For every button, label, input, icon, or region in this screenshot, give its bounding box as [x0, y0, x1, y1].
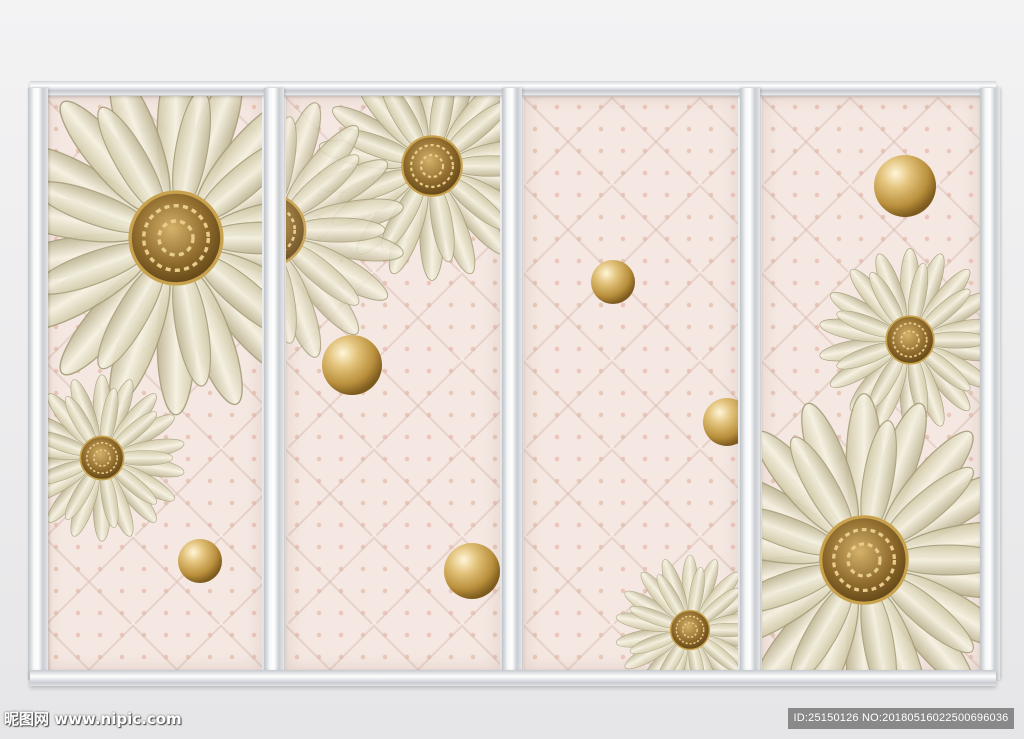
- frame-bottom-rail: [30, 670, 996, 686]
- site-watermark: 昵图网 www.nipic.com: [4, 710, 182, 728]
- panel-3: [524, 96, 738, 670]
- frame-post: [980, 88, 1000, 680]
- panel-4: [762, 96, 980, 670]
- frame-post: [28, 88, 48, 680]
- frame-post: [264, 88, 284, 680]
- wallpaper-render: 昵图网 www.nipic.com ID:25150126 NO:2018051…: [0, 0, 1024, 739]
- frame-post: [502, 88, 522, 680]
- panel-1: [45, 96, 262, 670]
- id-watermark: ID:25150126 NO:20180516022500696036: [788, 708, 1014, 729]
- panel-2: [286, 96, 500, 670]
- frame-post: [740, 88, 760, 680]
